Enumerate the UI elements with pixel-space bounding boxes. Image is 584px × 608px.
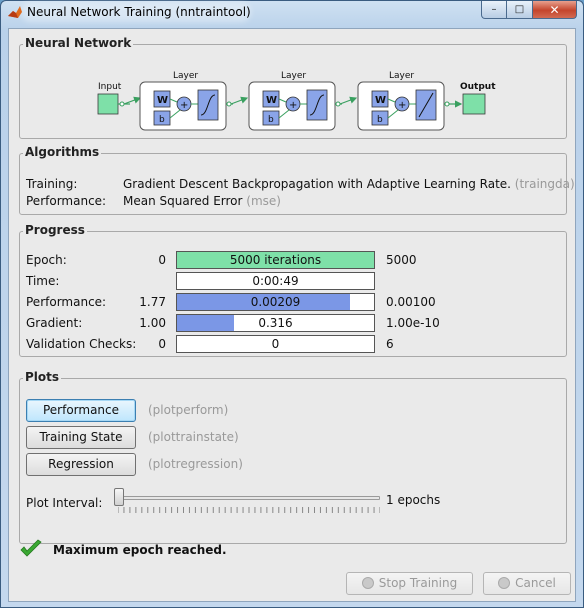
panel-title-plots: Plots [23, 370, 62, 384]
maximize-button[interactable]: □ [507, 1, 533, 19]
panel-title-progress: Progress [23, 223, 87, 237]
validation-start: 0 [158, 337, 166, 351]
perf-progress-text: 0.00209 [250, 295, 301, 309]
perf-end: 0.00100 [386, 295, 436, 309]
plot-performance-button[interactable]: Performance [26, 399, 136, 422]
network-diagram: Input Layer W b + Layer W b + Layer W b … [97, 71, 496, 131]
layer-2-bias-label: b [268, 115, 274, 125]
plot-regression-button[interactable]: Regression [26, 453, 136, 476]
neural-network-panel: Neural Network Input Layer W b + Layer W… [19, 36, 567, 139]
gradient-label: Gradient: [26, 316, 83, 330]
layer-1-label: Layer [173, 71, 198, 81]
gradient-progress-bar: 0.316 [176, 314, 375, 332]
window-title: Neural Network Training (nntraintool) [27, 5, 251, 19]
panel-title-algorithms: Algorithms [23, 145, 102, 159]
validation-progress-bar: 0 [176, 335, 375, 353]
close-button[interactable]: ✕ [533, 1, 577, 19]
perf-label: Performance: [26, 295, 107, 309]
plot-training-state-function: (plottrainstate) [148, 430, 239, 444]
layer-3-label: Layer [389, 71, 414, 81]
input-label: Input [98, 82, 122, 92]
perf-progress-bar: 0.00209 [176, 293, 375, 311]
perf-start: 1.77 [139, 295, 166, 309]
training-value: Gradient Descent Backpropagation with Ad… [123, 177, 511, 191]
performance-label: Performance: [26, 194, 107, 208]
time-progress-bar: 0:00:49 [176, 272, 375, 290]
cancel-label: Cancel [515, 576, 556, 590]
output-box [462, 93, 486, 115]
minimize-button[interactable]: – [481, 1, 507, 19]
progress-panel: Progress Epoch: 0 5000 iterations 5000 T… [19, 223, 567, 357]
layer-1-sum-label: + [180, 100, 188, 111]
layer-3-sum-label: + [398, 100, 406, 111]
client-area: Neural Network Input Layer W b + Layer W… [8, 28, 576, 602]
stop-training-label: Stop Training [378, 576, 458, 590]
maximize-icon: □ [514, 4, 525, 15]
time-label: Time: [26, 274, 60, 288]
layer-3-bias-label: b [377, 115, 383, 125]
plot-interval-thumb[interactable] [114, 488, 124, 506]
validation-end: 6 [386, 337, 394, 351]
cancel-button[interactable]: Cancel [483, 572, 571, 595]
title-bar[interactable]: Neural Network Training (nntraintool) – … [1, 1, 583, 25]
validation-progress-text: 0 [271, 337, 280, 351]
close-icon: ✕ [549, 2, 560, 17]
plot-interval-ticks [118, 507, 380, 513]
cancel-icon [498, 577, 511, 589]
stop-training-button[interactable]: Stop Training [346, 572, 473, 595]
plot-interval-value: 1 epochs [386, 493, 441, 507]
layer-2-weight-label: W [266, 95, 277, 106]
plot-interval-label: Plot Interval: [26, 496, 103, 510]
performance-value: Mean Squared Error [123, 194, 243, 208]
time-progress-text: 0:00:49 [252, 274, 299, 288]
layer-2-sum-label: + [289, 100, 297, 111]
gradient-progress-text: 0.316 [258, 316, 293, 330]
minimize-icon: – [491, 4, 497, 15]
matlab-icon [8, 6, 22, 18]
epoch-progress-bar: 5000 iterations [176, 251, 375, 269]
plots-panel: Plots Performance (plotperform) Training… [19, 370, 567, 544]
output-label: Output [460, 82, 496, 92]
input-box [97, 93, 119, 115]
check-icon [20, 539, 42, 557]
layer-1-bias-label: b [159, 115, 165, 125]
app-window: Neural Network Training (nntraintool) – … [0, 0, 584, 608]
layer-1-weight-label: W [157, 95, 168, 106]
training-function: (traingda) [514, 177, 575, 191]
plot-performance-label: Performance [42, 403, 120, 417]
stop-icon [361, 577, 374, 589]
performance-function: (mse) [246, 194, 281, 208]
plot-regression-function: (plotregression) [148, 457, 243, 471]
training-label: Training: [26, 177, 78, 191]
plot-training-state-label: Training State [39, 430, 123, 444]
plot-interval-track[interactable] [118, 496, 380, 500]
gradient-end: 1.00e-10 [386, 316, 440, 330]
epoch-progress-text: 5000 iterations [229, 253, 322, 267]
epoch-start: 0 [158, 253, 166, 267]
epoch-end: 5000 [386, 253, 417, 267]
epoch-label: Epoch: [26, 253, 67, 267]
layer-3-weight-label: W [375, 95, 386, 106]
layer-2-label: Layer [281, 71, 306, 81]
status-message: Maximum epoch reached. [53, 543, 227, 557]
plot-training-state-button[interactable]: Training State [26, 426, 136, 449]
plot-regression-label: Regression [48, 457, 114, 471]
plot-performance-function: (plotperform) [148, 403, 229, 417]
algorithms-panel: Algorithms Training: Gradient Descent Ba… [19, 145, 575, 215]
gradient-start: 1.00 [139, 316, 166, 330]
